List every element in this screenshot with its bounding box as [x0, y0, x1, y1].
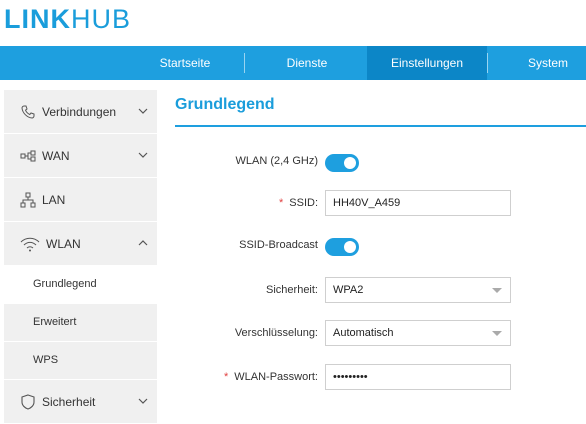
toggle-knob — [344, 241, 356, 253]
sidebar-item-label: LAN — [42, 192, 66, 207]
sidebar-item-label: Sicherheit — [42, 394, 96, 409]
sidebar-subitem-erweitert[interactable]: Erweitert — [4, 304, 157, 342]
chevron-down-icon — [138, 108, 148, 114]
ssid-broadcast-toggle[interactable] — [325, 238, 359, 256]
broadcast-label: SSID-Broadcast — [239, 239, 318, 251]
title-divider — [175, 125, 586, 127]
sidebar-item-verbindungen[interactable]: Verbindungen — [4, 90, 157, 134]
sidebar-item-sicherheit[interactable]: Sicherheit — [4, 380, 157, 424]
shield-icon — [20, 393, 36, 410]
security-value: WPA2 — [333, 284, 364, 296]
sidebar-subitem-grundlegend[interactable]: Grundlegend — [4, 266, 157, 304]
ssid-input[interactable]: HH40V_A459 — [325, 190, 511, 216]
linkhub-logo: LINKHUB — [4, 4, 132, 34]
ssid-row: * SSID: HH40V_A459 — [175, 190, 586, 220]
nav-separator — [487, 53, 488, 73]
tab-startseite[interactable]: Startseite — [140, 46, 230, 80]
page-title: Grundlegend — [175, 96, 275, 113]
sidebar-item-lan[interactable]: LAN — [4, 178, 157, 222]
wlan-password-input[interactable]: ••••••••• — [325, 364, 511, 390]
chevron-down-icon — [138, 152, 148, 158]
wifi-icon — [20, 236, 40, 252]
wlan-toggle-row: WLAN (2,4 GHz) — [175, 148, 586, 178]
toggle-knob — [344, 157, 356, 169]
sidebar-subitem-wps[interactable]: WPS — [4, 342, 157, 380]
tab-system[interactable]: System — [510, 46, 586, 80]
tab-dienste[interactable]: Dienste — [262, 46, 352, 80]
required-mark: * — [223, 371, 229, 383]
chevron-up-icon — [138, 240, 148, 246]
sidebar-item-wlan[interactable]: WLAN — [4, 222, 157, 266]
dropdown-arrow-icon — [492, 288, 502, 293]
sidebar-item-label: WAN — [42, 148, 70, 163]
sidebar-item-wan[interactable]: WAN — [4, 134, 157, 178]
required-mark: * — [278, 197, 284, 209]
nav-separator — [244, 53, 245, 73]
chevron-down-icon — [138, 398, 148, 404]
sidebar-item-label: Verbindungen — [42, 104, 117, 119]
dropdown-arrow-icon — [492, 331, 502, 336]
password-row: * WLAN-Passwort: ••••••••• — [175, 364, 586, 394]
top-navigation: Startseite Dienste Einstellungen System — [0, 46, 586, 80]
wlan-toggle-label: WLAN (2,4 GHz) — [235, 155, 318, 167]
ssid-label: SSID: — [289, 197, 318, 209]
security-row: Sicherheit: WPA2 — [175, 277, 586, 307]
phone-icon — [20, 104, 36, 120]
lan-icon — [20, 192, 36, 208]
encryption-label: Verschlüsselung: — [234, 327, 318, 339]
sidebar: Verbindungen WAN LAN WLAN Grundlegend Er… — [4, 90, 157, 424]
wan-icon — [20, 148, 36, 164]
wlan-toggle[interactable] — [325, 154, 359, 172]
sidebar-item-label: WLAN — [46, 236, 81, 251]
tab-einstellungen[interactable]: Einstellungen — [367, 46, 487, 80]
security-select[interactable]: WPA2 — [325, 277, 511, 303]
broadcast-row: SSID-Broadcast — [175, 232, 586, 262]
security-label: Sicherheit: — [266, 284, 318, 296]
encryption-value: Automatisch — [333, 327, 394, 339]
encryption-select[interactable]: Automatisch — [325, 320, 511, 346]
main-content: Grundlegend WLAN (2,4 GHz) * SSID: HH40V_… — [175, 96, 586, 390]
encryption-row: Verschlüsselung: Automatisch — [175, 320, 586, 350]
password-label: WLAN-Passwort: — [234, 371, 318, 383]
